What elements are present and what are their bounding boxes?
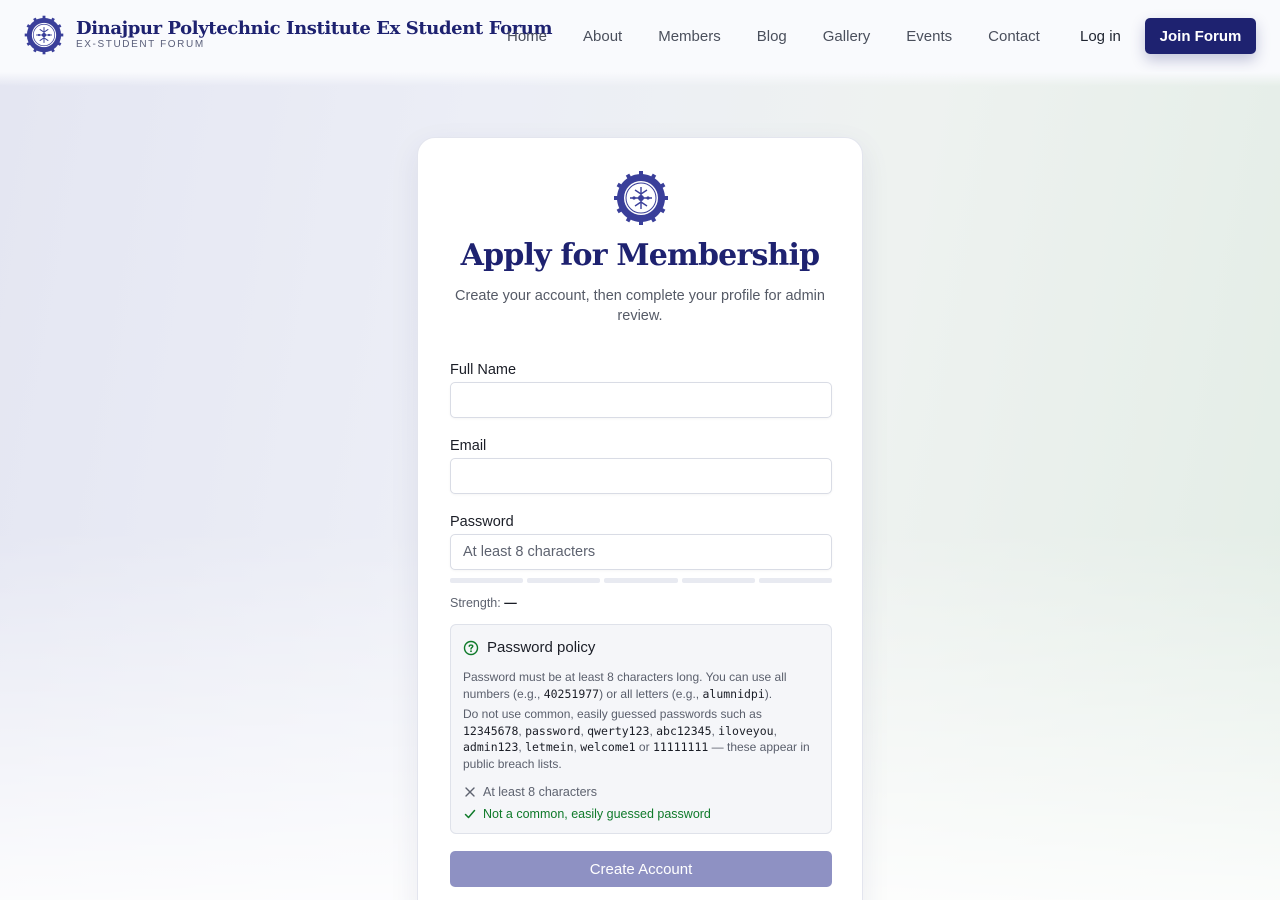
brand-text: Dinajpur Polytechnic Institute Ex Studen…: [76, 18, 553, 51]
nav-members[interactable]: Members: [640, 28, 739, 45]
nav-home[interactable]: Home: [489, 28, 565, 45]
full-name-label: Full Name: [450, 362, 517, 378]
example-letter-password: alumnidpi: [702, 686, 765, 701]
rule-min-length-text: At least 8 characters: [483, 785, 597, 799]
nav-events[interactable]: Events: [888, 28, 970, 45]
password-strength-meter: [450, 578, 833, 583]
policy-header: Password policy: [463, 639, 595, 656]
password-input[interactable]: [450, 534, 832, 570]
join-forum-button[interactable]: Join Forum: [1145, 18, 1256, 54]
password-policy-box: Password policy Password must be at leas…: [450, 624, 832, 834]
page-subtitle: Create your account, then complete your …: [455, 288, 825, 324]
nav-about[interactable]: About: [565, 28, 640, 45]
strength-indicator: Strength: —: [450, 596, 517, 610]
nav-blog[interactable]: Blog: [739, 28, 805, 45]
strength-segment: [527, 578, 601, 583]
email-input[interactable]: [450, 458, 832, 494]
brand-subtitle: EX-STUDENT FORUM: [76, 39, 205, 50]
strength-segment: [604, 578, 678, 583]
strength-segment: [758, 578, 833, 583]
nav-gallery[interactable]: Gallery: [805, 28, 889, 45]
strength-value: —: [504, 596, 517, 610]
brand[interactable]: Dinajpur Polytechnic Institute Ex Studen…: [24, 15, 553, 55]
strength-label: Strength:: [450, 596, 501, 610]
password-label: Password: [450, 514, 514, 530]
nav-contact[interactable]: Contact: [970, 28, 1058, 45]
site-header: Dinajpur Polytechnic Institute Ex Studen…: [0, 0, 1280, 72]
strength-segment: [450, 578, 524, 583]
full-name-input[interactable]: [450, 382, 832, 418]
membership-card: Apply for Membership Create your account…: [417, 137, 863, 900]
institute-emblem-icon: [614, 171, 668, 225]
strength-segment: [681, 578, 755, 583]
create-account-button[interactable]: Create Account: [450, 851, 832, 887]
page-title: Apply for Membership: [460, 238, 820, 273]
check-icon: [464, 809, 476, 819]
login-link[interactable]: Log in: [1064, 18, 1137, 54]
brand-title: Dinajpur Polytechnic Institute Ex Studen…: [76, 18, 553, 39]
background-fade: [0, 72, 1280, 86]
email-label: Email: [450, 438, 487, 454]
institute-emblem-icon: [24, 15, 64, 55]
policy-paragraph-common: Do not use common, easily guessed passwo…: [463, 707, 810, 771]
rule-min-length: At least 8 characters: [463, 785, 597, 799]
rule-not-common: Not a common, easily guessed password: [463, 807, 711, 821]
example-numeric-password: 40251977: [543, 686, 600, 701]
rule-not-common-text: Not a common, easily guessed password: [483, 807, 711, 821]
main-nav: Home About Members Blog Gallery Events C…: [489, 0, 1058, 72]
policy-title: Password policy: [487, 639, 596, 656]
x-icon: [465, 787, 475, 797]
policy-paragraph-length: Password must be at least 8 characters l…: [463, 670, 787, 701]
help-circle-icon: [463, 640, 479, 655]
